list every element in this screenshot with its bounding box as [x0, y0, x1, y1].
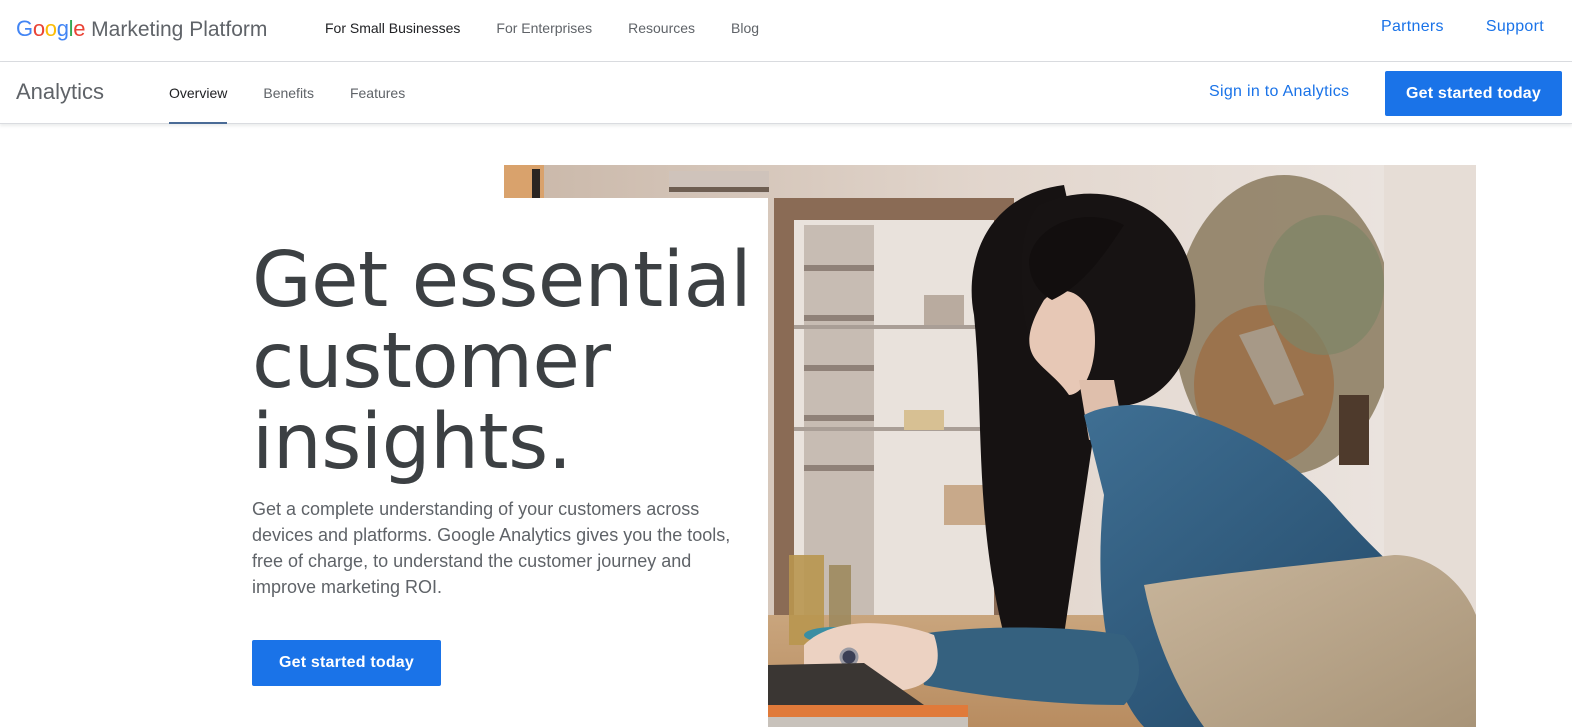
- tab-benefits[interactable]: Benefits: [263, 62, 314, 124]
- google-marketing-platform-logo[interactable]: Google Marketing Platform: [16, 16, 267, 42]
- logo-letter: G: [16, 16, 33, 41]
- tab-features[interactable]: Features: [350, 62, 405, 124]
- hero-title-line: customer: [252, 317, 611, 406]
- logo-letter: o: [44, 16, 57, 41]
- sign-in-link[interactable]: Sign in to Analytics: [1209, 83, 1349, 101]
- nav-link-small-businesses[interactable]: For Small Businesses: [325, 20, 460, 36]
- partners-link[interactable]: Partners: [1381, 18, 1444, 36]
- product-header: Analytics Overview Benefits Features Sig…: [0, 62, 1572, 124]
- hero-title-line: insights.: [252, 398, 572, 487]
- nav-link-blog[interactable]: Blog: [731, 20, 759, 36]
- header-get-started-button[interactable]: Get started today: [1385, 71, 1562, 116]
- global-nav: For Small Businesses For Enterprises Res…: [325, 20, 795, 36]
- nav-link-enterprises[interactable]: For Enterprises: [496, 20, 592, 36]
- support-link[interactable]: Support: [1486, 18, 1544, 36]
- hero-title: Get essential customer insights.: [252, 240, 772, 483]
- logo-letter: e: [73, 16, 86, 41]
- tab-overview[interactable]: Overview: [169, 62, 228, 124]
- logo-letter: g: [56, 16, 69, 41]
- product-section-title[interactable]: Analytics: [16, 79, 104, 105]
- hero-get-started-button[interactable]: Get started today: [252, 640, 441, 686]
- global-header: Google Marketing Platform For Small Busi…: [0, 0, 1572, 62]
- hero-title-line: Get essential: [252, 236, 752, 325]
- nav-link-resources[interactable]: Resources: [628, 20, 695, 36]
- logo-letter: o: [32, 16, 45, 41]
- product-name: Marketing Platform: [91, 18, 268, 41]
- hero-description: Get a complete understanding of your cus…: [252, 499, 731, 597]
- product-tabs: Overview Benefits Features: [169, 62, 441, 124]
- global-right-links: Partners Support: [1339, 18, 1544, 36]
- google-logo: Google: [16, 16, 85, 42]
